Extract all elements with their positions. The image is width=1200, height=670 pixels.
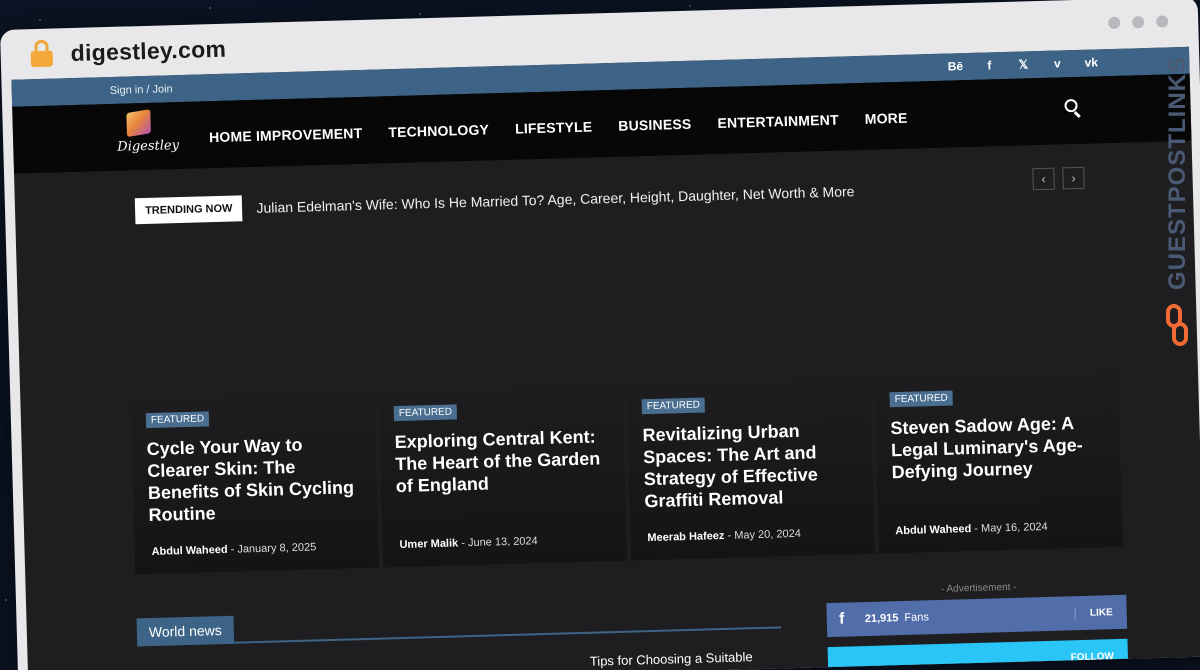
card-meta: Meerab Hafeez - May 20, 2024 xyxy=(647,527,802,545)
link-icon xyxy=(1166,304,1188,346)
card-author[interactable]: Abdul Waheed xyxy=(151,544,227,558)
twitter-follow-button[interactable]: FOLLOW xyxy=(1056,650,1128,663)
window-dot[interactable] xyxy=(1132,16,1145,29)
browser-window: digestley.com Sign in / Join Bē f 𝕏 v vk… xyxy=(0,0,1200,670)
menu-item-business[interactable]: BUSINESS xyxy=(618,116,692,134)
trending-headline[interactable]: Julian Edelman's Wife: Who Is He Married… xyxy=(256,183,854,216)
card-title[interactable]: Exploring Central Kent: The Heart of the… xyxy=(394,425,616,497)
card-title[interactable]: Revitalizing Urban Spaces: The Art and S… xyxy=(642,418,864,512)
twitter-counter[interactable]: FOLLOW xyxy=(827,638,1129,670)
card-date: June 13, 2024 xyxy=(467,535,538,550)
site-logo[interactable]: Digestley xyxy=(116,109,180,166)
menu-item-home-improvement[interactable]: HOME IMPROVEMENT xyxy=(209,125,363,145)
social-icons: Bē f 𝕏 v vk xyxy=(947,55,1099,73)
menu-item-more[interactable]: MORE xyxy=(864,110,907,127)
card-title[interactable]: Cycle Your Way to Clearer Skin: The Bene… xyxy=(146,432,368,526)
card-meta: Abdul Waheed - May 16, 2024 xyxy=(895,520,1048,538)
website: Sign in / Join Bē f 𝕏 v vk Digestley HOM… xyxy=(11,46,1200,670)
watermark-text: GUESTPOSTLINKS xyxy=(1164,55,1191,290)
search-icon[interactable] xyxy=(1064,98,1082,118)
signin-link[interactable]: Sign in / Join xyxy=(110,83,173,97)
card-author[interactable]: Meerab Hafeez xyxy=(647,530,724,544)
world-news-section: World news xyxy=(136,600,782,647)
lock-icon xyxy=(30,39,54,69)
behance-icon[interactable]: Bē xyxy=(947,59,964,73)
menu-item-entertainment[interactable]: ENTERTAINMENT xyxy=(717,112,839,131)
prev-arrow-button[interactable]: ‹ xyxy=(1032,167,1055,191)
featured-card[interactable]: FEATURED Cycle Your Way to Clearer Skin:… xyxy=(130,381,380,575)
card-meta: Umer Malik - June 13, 2024 xyxy=(399,535,538,552)
card-date: May 16, 2024 xyxy=(980,520,1048,535)
card-date: January 8, 2025 xyxy=(237,541,317,556)
x-twitter-icon[interactable]: 𝕏 xyxy=(1015,57,1031,71)
featured-tag[interactable]: FEATURED xyxy=(641,397,706,415)
main-menu: HOME IMPROVEMENT TECHNOLOGY LIFESTYLE BU… xyxy=(209,110,908,146)
trending-bar: TRENDING NOW Julian Edelman's Wife: Who … xyxy=(134,178,855,225)
next-arrow-button[interactable]: › xyxy=(1062,166,1085,190)
card-author[interactable]: Umer Malik xyxy=(399,537,458,551)
window-dot[interactable] xyxy=(1108,16,1121,30)
menu-item-technology[interactable]: TECHNOLOGY xyxy=(388,121,489,140)
vk-icon[interactable]: vk xyxy=(1083,55,1099,69)
facebook-unit: Fans xyxy=(904,611,930,624)
trending-arrows: ‹ › xyxy=(1032,166,1085,191)
facebook-icon: f xyxy=(838,610,845,628)
book-icon xyxy=(126,109,151,138)
menu-item-lifestyle[interactable]: LIFESTYLE xyxy=(515,119,593,137)
url-text[interactable]: digestley.com xyxy=(70,35,226,66)
vimeo-icon[interactable]: v xyxy=(1049,56,1065,70)
logo-text: Digestley xyxy=(117,138,180,155)
world-news-item[interactable]: Tips for Choosing a Suitable xyxy=(590,649,753,669)
facebook-icon[interactable]: f xyxy=(981,58,997,72)
advertisement-label: - Advertisement - xyxy=(940,581,1017,595)
window-controls xyxy=(1108,15,1169,30)
trending-tag: TRENDING NOW xyxy=(134,195,243,225)
featured-tag[interactable]: FEATURED xyxy=(393,404,458,422)
card-date: May 20, 2024 xyxy=(734,527,802,542)
featured-card[interactable]: FEATURED Steven Sadow Age: A Legal Lumin… xyxy=(873,360,1123,554)
featured-tag[interactable]: FEATURED xyxy=(145,411,210,429)
facebook-like-button[interactable]: LIKE xyxy=(1074,606,1127,619)
featured-card[interactable]: FEATURED Revitalizing Urban Spaces: The … xyxy=(625,367,875,561)
facebook-count: 21,915 xyxy=(864,612,899,626)
window-dot[interactable] xyxy=(1156,15,1169,28)
card-title[interactable]: Steven Sadow Age: A Legal Luminary's Age… xyxy=(890,411,1112,483)
card-author[interactable]: Abdul Waheed xyxy=(895,523,971,537)
card-meta: Abdul Waheed - January 8, 2025 xyxy=(151,541,317,558)
featured-grid: FEATURED Cycle Your Way to Clearer Skin:… xyxy=(130,360,1123,575)
featured-card[interactable]: FEATURED Exploring Central Kent: The Hea… xyxy=(377,374,628,568)
featured-tag[interactable]: FEATURED xyxy=(889,390,954,408)
facebook-counter[interactable]: f 21,915 Fans LIKE xyxy=(826,594,1128,638)
watermark: GUESTPOSTLINKS xyxy=(1160,56,1194,360)
